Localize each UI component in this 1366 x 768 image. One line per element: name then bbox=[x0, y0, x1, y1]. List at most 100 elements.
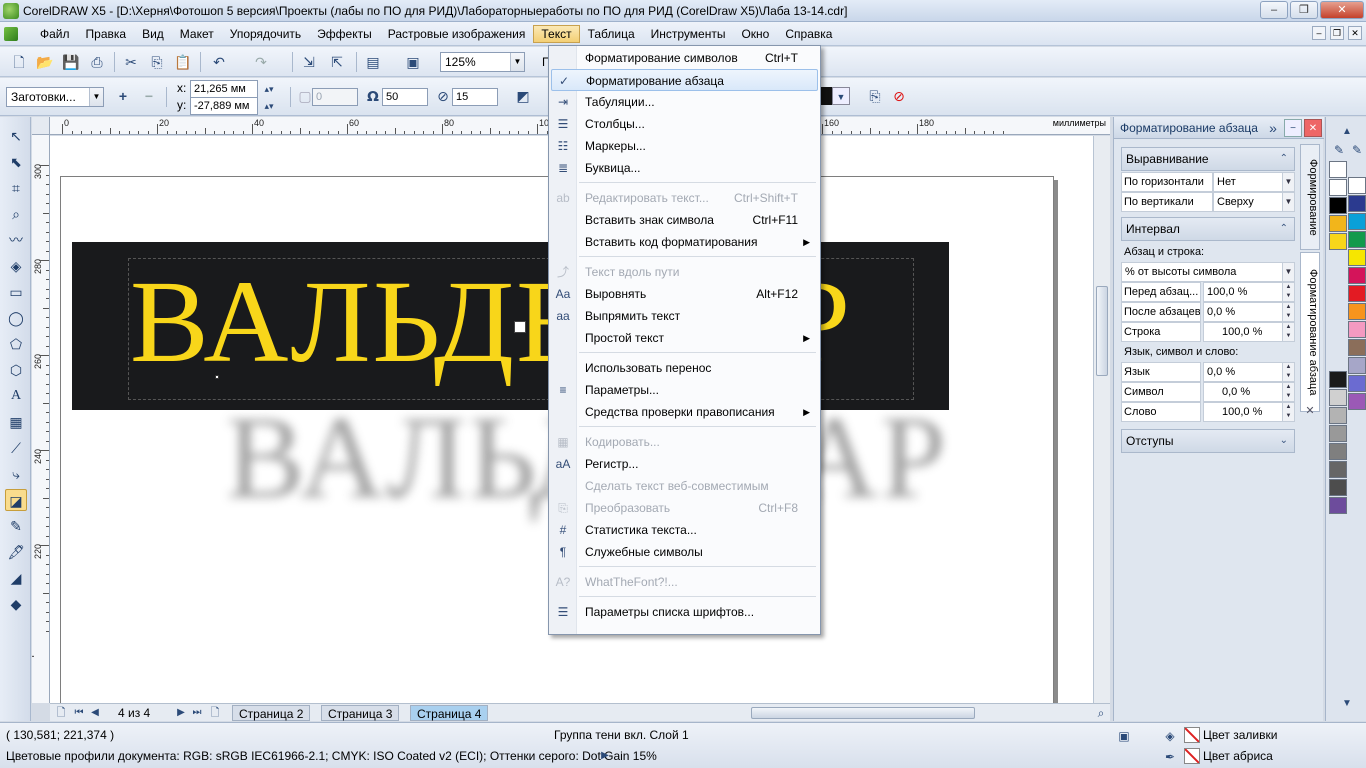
collapse-section-icon[interactable]: ⌃ bbox=[1280, 218, 1288, 240]
palette-swatch[interactable] bbox=[1329, 389, 1347, 406]
horizontal-scroll-thumb[interactable] bbox=[751, 707, 975, 719]
word-spacing-field[interactable]: 100,0 % ▲ ▼ bbox=[1203, 402, 1295, 422]
color-profiles-info[interactable]: Цветовые профили документа: RGB: sRGB IE… bbox=[6, 749, 657, 763]
expand-section-icon[interactable]: ⌄ bbox=[1280, 430, 1288, 452]
spinner-icon[interactable]: ▲ ▼ bbox=[1282, 323, 1294, 341]
no-color-swatch-2[interactable] bbox=[1348, 177, 1366, 194]
spinner-icon[interactable]: ▲ ▼ bbox=[1282, 383, 1294, 401]
menu-file[interactable]: Файл bbox=[32, 25, 78, 43]
doc-restore-button[interactable]: ❐ bbox=[1330, 26, 1344, 40]
no-color-swatch[interactable] bbox=[1329, 161, 1347, 178]
close-docker-icon[interactable]: ✕ bbox=[1304, 119, 1322, 137]
palette-swatch[interactable] bbox=[1329, 461, 1347, 478]
import-icon[interactable]: ⇲ bbox=[300, 53, 318, 71]
document-menu-icon[interactable] bbox=[4, 26, 18, 41]
zoom-tool-icon[interactable]: ⌕ bbox=[5, 203, 27, 225]
pick-tool-icon[interactable]: ↖ bbox=[5, 125, 27, 147]
add-page-before-icon[interactable]: 🗋 bbox=[52, 704, 70, 722]
redo-icon[interactable]: ↷ bbox=[252, 53, 270, 71]
text-menu-item[interactable]: ⇥ Табуляции... bbox=[551, 91, 818, 113]
horizontal-align-select[interactable]: Нет ▼ bbox=[1213, 172, 1295, 192]
docker-tab-paragraph-formatting[interactable]: Форматирование абзаца bbox=[1300, 252, 1320, 412]
fill-bucket-icon[interactable]: ◈ bbox=[1161, 727, 1179, 745]
clear-shadow-icon[interactable]: ⊘ bbox=[890, 87, 908, 105]
palette-swatch[interactable] bbox=[1348, 393, 1366, 410]
palette-swatch[interactable] bbox=[1329, 425, 1347, 442]
zoom-combo[interactable]: 125% ▼ bbox=[440, 52, 525, 72]
close-tab-icon[interactable]: ✕ bbox=[1301, 402, 1319, 420]
palette-scroll-up-icon[interactable]: ▲ bbox=[1338, 123, 1356, 141]
text-menu-item[interactable]: aA Регистр... bbox=[551, 453, 818, 475]
alignment-section[interactable]: Выравнивание ⌃ bbox=[1121, 147, 1295, 171]
text-menu-item[interactable]: Использовать перенос bbox=[551, 357, 818, 379]
text-menu-item[interactable]: ≡ Параметры... bbox=[551, 379, 818, 401]
menu-arrange[interactable]: Упорядочить bbox=[222, 25, 309, 43]
character-spacing-field[interactable]: 0,0 % ▲ ▼ bbox=[1203, 382, 1295, 402]
menu-bitmaps[interactable]: Растровые изображения bbox=[380, 25, 534, 43]
table-tool-icon[interactable]: ▦ bbox=[5, 411, 27, 433]
text-menu-item[interactable]: ☰ Столбцы... bbox=[551, 113, 818, 135]
palette-swatch[interactable] bbox=[1329, 497, 1347, 514]
palette-menu-icon[interactable]: ✎ bbox=[1348, 141, 1366, 159]
interactive-fill-tool-icon[interactable]: ◆ bbox=[5, 593, 27, 615]
palette-swatch[interactable] bbox=[1329, 371, 1347, 388]
welcome-screen-icon[interactable]: ▣ bbox=[404, 53, 422, 71]
collapse-section-icon[interactable]: ⌃ bbox=[1280, 148, 1288, 170]
y-position-field[interactable]: -27,889 мм bbox=[190, 97, 258, 115]
add-page-after-icon[interactable]: 🗋 bbox=[206, 704, 224, 722]
palette-swatch[interactable] bbox=[1348, 375, 1366, 392]
text-menu-item[interactable]: aa Выпрямить текст bbox=[551, 305, 818, 327]
text-menu-item[interactable]: ⤴ Текст вдоль пути bbox=[551, 261, 818, 283]
palette-swatch[interactable] bbox=[1329, 443, 1347, 460]
palette-swatch[interactable] bbox=[1348, 339, 1366, 356]
before-paragraph-field[interactable]: 100,0 % ▲ ▼ bbox=[1203, 282, 1295, 302]
text-menu-item[interactable]: ≣ Буквица... bbox=[551, 157, 818, 179]
text-menu-item[interactable]: Простой текст ▶ bbox=[551, 327, 818, 349]
x-position-field[interactable]: 21,265 мм bbox=[190, 80, 258, 98]
indents-section[interactable]: Отступы ⌄ bbox=[1121, 429, 1295, 453]
export-icon[interactable]: ⇱ bbox=[328, 53, 346, 71]
outline-color-swatch[interactable] bbox=[1184, 748, 1200, 764]
doc-close-button[interactable]: ✕ bbox=[1348, 26, 1362, 40]
menu-window[interactable]: Окно bbox=[733, 25, 777, 43]
shadow-feather-field[interactable]: 15 bbox=[452, 88, 498, 106]
spacing-section[interactable]: Интервал ⌃ bbox=[1121, 217, 1295, 241]
x-spin-icon[interactable]: ▴▾ bbox=[260, 80, 278, 98]
page-tab-3[interactable]: Страница 3 bbox=[321, 705, 400, 721]
text-menu-item[interactable]: Средства проверки правописания ▶ bbox=[551, 401, 818, 423]
palette-swatch[interactable] bbox=[1329, 233, 1347, 250]
line-spacing-field[interactable]: 100,0 % ▲ ▼ bbox=[1203, 322, 1295, 342]
close-button[interactable]: ✕ bbox=[1320, 1, 1364, 19]
presets-combo[interactable]: Заготовки... ▼ bbox=[6, 87, 104, 107]
remove-preset-icon[interactable]: − bbox=[140, 87, 158, 105]
palette-swatch[interactable] bbox=[1329, 407, 1347, 424]
chevron-down-icon[interactable]: ▼ bbox=[510, 53, 524, 71]
text-menu-item[interactable]: Вставить знак символа Ctrl+F11 bbox=[551, 209, 818, 231]
navigator-zoom-icon[interactable]: ⌕ bbox=[1092, 704, 1110, 722]
palette-swatch[interactable] bbox=[1329, 197, 1347, 214]
palette-swatch[interactable] bbox=[1348, 231, 1366, 248]
language-spacing-field[interactable]: 0,0 % ▲ ▼ bbox=[1203, 362, 1295, 382]
fill-color-swatch[interactable] bbox=[1184, 727, 1200, 743]
palette-swatch[interactable] bbox=[1329, 479, 1347, 496]
shadow-angle-field[interactable]: 0 bbox=[312, 88, 358, 106]
text-menu-item[interactable]: ⎘ Преобразовать Ctrl+F8 bbox=[551, 497, 818, 519]
crop-tool-icon[interactable]: ⌗ bbox=[5, 177, 27, 199]
last-page-icon[interactable]: ⏭ bbox=[188, 704, 206, 722]
connector-tool-icon[interactable]: ⤷ bbox=[5, 463, 27, 485]
y-spin-icon[interactable]: ▴▾ bbox=[260, 97, 278, 115]
text-menu-item[interactable]: ▦ Кодировать... bbox=[551, 431, 818, 453]
eyedropper-icon[interactable]: ✎ bbox=[1330, 141, 1348, 159]
text-menu-item[interactable]: A? WhatTheFont?!... bbox=[551, 571, 818, 593]
vertical-scroll-thumb[interactable] bbox=[1096, 286, 1108, 376]
spinner-icon[interactable]: ▲ ▼ bbox=[1282, 363, 1294, 381]
palette-swatch[interactable] bbox=[1348, 357, 1366, 374]
palette-swatch[interactable] bbox=[1348, 213, 1366, 230]
menu-tools[interactable]: Инструменты bbox=[643, 25, 734, 43]
rectangle-tool-icon[interactable]: ▭ bbox=[5, 281, 27, 303]
menu-table[interactable]: Таблица bbox=[580, 25, 643, 43]
vertical-ruler[interactable]: миллиметры 300 280 260 240 220 bbox=[32, 135, 50, 703]
application-launcher-icon[interactable]: ▤ bbox=[364, 53, 382, 71]
chevron-down-icon[interactable]: ▼ bbox=[1282, 263, 1294, 281]
palette-swatch[interactable] bbox=[1329, 215, 1347, 232]
